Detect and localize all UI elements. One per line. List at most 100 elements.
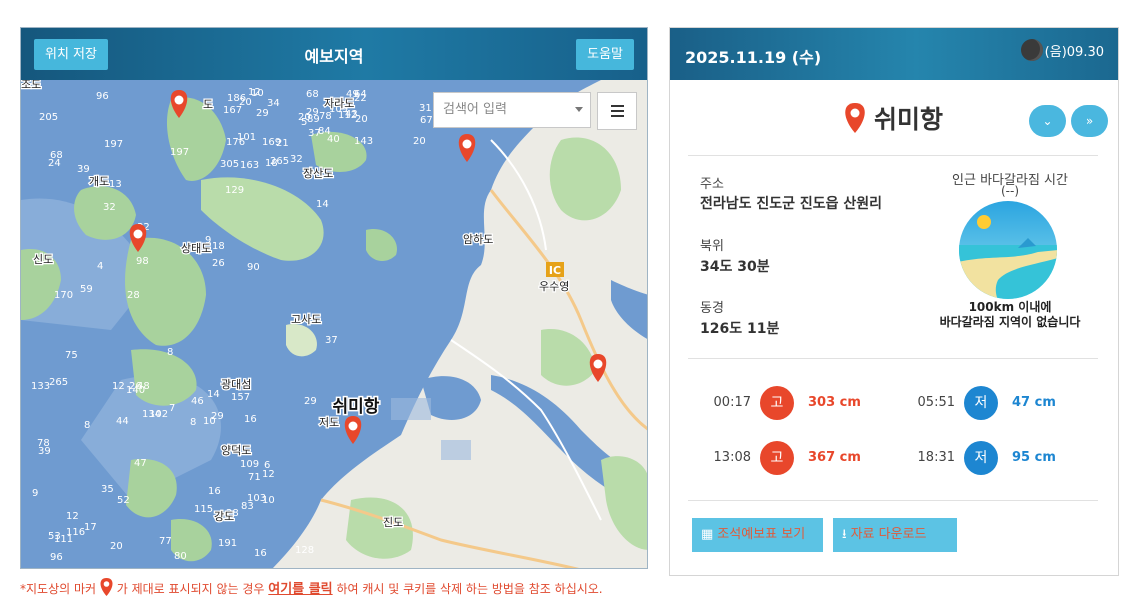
depth-sounding: 305 [220, 159, 239, 170]
lunar-date: (음)09.30 [1020, 39, 1104, 61]
depth-sounding: 20 [355, 114, 368, 125]
depth-sounding: 78 [37, 438, 50, 449]
menu-icon-bar [610, 105, 624, 107]
depth-sounding: 68 [306, 89, 319, 100]
map-menu-button[interactable] [597, 92, 637, 130]
depth-sounding: 47 [134, 458, 147, 469]
depth-sounding: 8 [84, 420, 90, 431]
menu-icon-bar [610, 110, 624, 112]
farm-area [441, 440, 471, 460]
depth-sounding: 129 [225, 185, 244, 196]
depth-sounding: 90 [247, 262, 260, 273]
map-header: 위치 저장 예보지역 도움말 [21, 28, 647, 80]
place-label-amtaedo: 암하도 [463, 232, 493, 246]
depth-sounding: 12 [262, 469, 275, 480]
depth-sounding: 12 [66, 511, 79, 522]
depth-sounding: 134 [142, 409, 161, 420]
depth-sounding: 116 [66, 527, 85, 538]
expand-button[interactable]: ⌄ [1029, 105, 1066, 137]
depth-sounding: 28 [127, 290, 140, 301]
place-label-jindo: 진도 [383, 516, 403, 529]
map-search-select[interactable]: 검색어 입력 [433, 92, 591, 128]
depth-sounding: 67 [420, 115, 433, 126]
place-label-gwangdaeseom: 광대섬 [221, 378, 251, 391]
download-button[interactable]: ⭳ 자료 다운로드 [833, 518, 957, 552]
cache-help-link[interactable]: 여기를 클릭 [268, 582, 332, 597]
address-label: 주소 [700, 177, 724, 192]
longitude-value: 126도 11분 [700, 321, 780, 337]
location-pin-icon [845, 103, 865, 133]
depth-sounding: 7 [169, 403, 175, 414]
sea-parting-time: (--) [1000, 184, 1020, 198]
depth-sounding: 265 [270, 156, 289, 167]
depth-sounding: 59 [80, 284, 93, 295]
depth-sounding: 29 [306, 107, 319, 118]
depth-sounding: 133 [31, 381, 50, 392]
moon-phase-icon [1020, 39, 1043, 61]
depth-sounding: 29 [256, 108, 269, 119]
depth-sounding: 10 [251, 88, 264, 99]
depth-sounding: 167 [223, 105, 242, 116]
depth-sounding: 186 [227, 93, 246, 104]
place-label-do_top: 도 [203, 98, 213, 111]
map-title: 예보지역 [304, 47, 364, 66]
sea-note-line1: 100km 이내에 [968, 300, 1052, 314]
depth-sounding: 176 [226, 137, 245, 148]
expand-all-button[interactable]: » [1071, 105, 1108, 137]
help-button[interactable]: 도움말 [576, 39, 634, 70]
tide-time: 18:31 [917, 450, 955, 465]
map-footnote: *지도상의 마커 가 제대로 표시되지 않는 경우 여기를 클릭 하여 캐시 및… [20, 578, 603, 597]
depth-sounding: 31 [419, 103, 432, 114]
depth-sounding: 32 [290, 154, 303, 165]
depth-sounding: 32 [103, 202, 116, 213]
depth-sounding: 265 [49, 377, 68, 388]
tide-table-button[interactable]: ▦ 조석예보표 보기 [692, 518, 823, 552]
forecast-date: 2025.11.19 (수) [685, 48, 822, 67]
depth-sounding: 83 [241, 501, 254, 512]
latitude-value: 34도 30분 [700, 259, 770, 275]
depth-sounding: 170 [54, 290, 73, 301]
depth-sounding: 44 [116, 416, 129, 427]
place-label-jeodo: 저도 [319, 416, 339, 429]
depth-sounding: 12 [112, 381, 125, 392]
port-name: 쉬미항 [874, 105, 944, 134]
marker-icon [100, 578, 113, 596]
chevron-down-icon: ⌄ [1042, 114, 1053, 128]
depth-sounding: 84 [318, 126, 331, 137]
depth-sounding: 34 [267, 98, 280, 109]
nautical-map[interactable]: 129 75 89 53 18 52 64 102 20 10 12 16 39 37 5 8 4 8 109 12 1… [21, 80, 648, 569]
address-value: 전라남도 진도군 진도읍 산원리 [700, 196, 883, 212]
depth-sounding: 20 [413, 136, 426, 147]
longitude-label: 동경 [700, 301, 724, 316]
footnote-suffix: 하여 캐시 및 쿠키를 삭제 하는 방법을 참조 하십시오. [336, 582, 603, 596]
selected-port-label: 쉬미항 [333, 396, 380, 417]
depth-sounding: 71 [248, 472, 261, 483]
depth-sounding: 37 [325, 335, 338, 346]
tide-time: 00:17 [713, 395, 751, 410]
chevron-down-icon [575, 107, 583, 112]
place-label-gaedo: 개도 [89, 175, 109, 188]
depth-sounding: 26 [212, 258, 225, 269]
depth-sounding: 77 [159, 536, 172, 547]
tide-type-badge: 저 [964, 386, 998, 420]
place-label-jangsando: 장산도 [303, 167, 333, 180]
depth-sounding: 4 [97, 261, 103, 272]
place-label-gosado: 고사도 [291, 313, 321, 326]
tide-time: 05:51 [917, 395, 955, 410]
tide-table-label: 조석예보표 보기 [717, 527, 806, 542]
depth-sounding: 22 [354, 93, 367, 104]
depth-sounding: 18 [212, 241, 225, 252]
tide-info-panel: 2025.11.19 (수) (음)09.30 쉬미항 ⌄ » 주소 전라남도 … [669, 27, 1119, 576]
depth-sounding: 75 [65, 350, 78, 361]
calendar-icon: ▦ [701, 527, 714, 542]
footnote-prefix: *지도상의 마커 [20, 582, 97, 596]
depth-sounding: 14 [316, 199, 329, 210]
tide-height: 367 cm [808, 450, 861, 465]
depth-sounding: 205 [39, 112, 58, 123]
depth-sounding: 16 [244, 414, 257, 425]
depth-sounding: 8 [190, 417, 196, 428]
depth-sounding: 52 [117, 495, 130, 506]
depth-sounding: 96 [50, 552, 63, 563]
map-canvas[interactable]: 1297589531852641022010121639375848109121… [21, 80, 648, 569]
depth-sounding: 10 [262, 495, 275, 506]
